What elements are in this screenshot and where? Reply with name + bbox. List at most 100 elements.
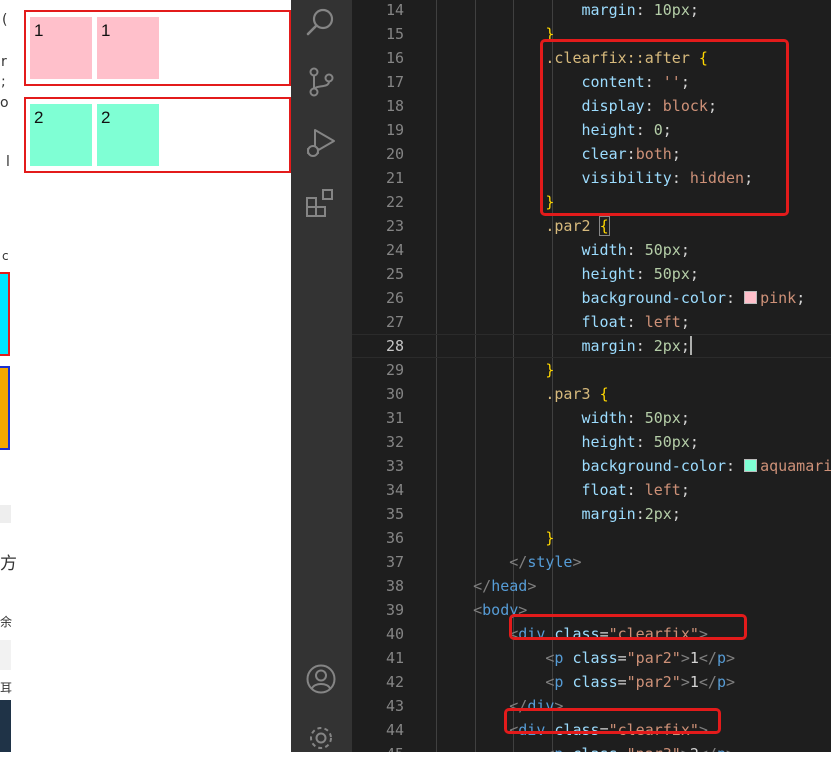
line-number: 28 — [385, 337, 404, 355]
code-editor[interactable]: 14 margin: 10px; 15 } 16 .clearfix::after … — [352, 0, 831, 752]
strip-text: o — [0, 95, 9, 111]
code-line[interactable]: 36 } — [352, 526, 831, 550]
activity-bar — [291, 0, 352, 752]
strip-text: l — [6, 154, 10, 170]
code-line[interactable]: 28 margin: 2px; — [352, 334, 831, 358]
line-code: margin:2px; — [581, 505, 681, 523]
strip-gray-bar — [0, 505, 11, 523]
strip-cyan-block — [0, 272, 10, 356]
highlight-div-clearfix-2 — [504, 708, 721, 734]
line-number: 40 — [385, 625, 404, 643]
line-number: 27 — [385, 313, 404, 331]
line-number: 45 — [352, 742, 404, 752]
code-line[interactable]: 27 float: left; — [352, 310, 831, 334]
line-code: background-color: aquamarine; — [581, 457, 831, 475]
line-code: .par2 { — [545, 216, 610, 236]
line-code: width: 50px; — [581, 241, 690, 259]
source-control-icon[interactable] — [305, 66, 337, 98]
code-line[interactable]: 33 background-color: aquamarine; — [352, 454, 831, 478]
line-number: 26 — [385, 289, 404, 307]
code-line[interactable]: 31 width: 50px; — [352, 406, 831, 430]
browser-preview: ( r ; o l c 方 余 耳 1 1 2 2 — [0, 0, 291, 752]
line-code: } — [545, 193, 555, 211]
strip-text: ; — [1, 74, 6, 90]
line-number: 33 — [385, 457, 404, 475]
code-line[interactable]: 32 height: 50px; — [352, 430, 831, 454]
highlight-div-clearfix-1 — [509, 614, 747, 640]
line-code: height: 50px; — [581, 433, 699, 451]
line-number: 17 — [385, 73, 404, 91]
settings-gear-icon[interactable] — [305, 722, 337, 754]
strip-dark-bar — [0, 700, 11, 752]
line-code: background-color: pink; — [581, 289, 806, 307]
strip-gray-bar — [0, 640, 11, 670]
line-code: </style> — [509, 553, 582, 571]
line-number: 32 — [385, 433, 404, 451]
line-number: 23 — [385, 217, 404, 235]
strip-text: 方 — [0, 554, 17, 574]
line-number: 30 — [385, 385, 404, 403]
line-code: margin: 2px; — [581, 336, 692, 355]
line-code: <p class="par2">1</p> — [545, 673, 736, 691]
line-number: 36 — [385, 529, 404, 547]
strip-orange-block — [0, 366, 10, 450]
line-code: width: 50px; — [581, 409, 690, 427]
line-code: } — [545, 529, 555, 547]
line-code: float: left; — [581, 313, 690, 331]
strip-text: 耳 — [0, 681, 13, 695]
line-number: 24 — [385, 241, 404, 259]
line-number: 34 — [385, 481, 404, 499]
code-line[interactable]: 26 background-color: pink; — [352, 286, 831, 310]
line-code: height: 50px; — [581, 265, 699, 283]
extensions-icon[interactable] — [305, 188, 337, 220]
line-code: <p class="par2">1</p> — [545, 649, 736, 667]
code-line[interactable]: 45 <p class="par3">2</p> — [352, 742, 831, 752]
code-line[interactable]: 34 float: left; — [352, 478, 831, 502]
strip-text: ( — [2, 12, 8, 28]
line-code: .par3 { — [545, 385, 609, 403]
code-line[interactable]: 42 <p class="par2">1</p> — [352, 670, 831, 694]
par3-box: 2 — [97, 104, 159, 166]
line-number: 20 — [385, 145, 404, 163]
par3-box: 2 — [30, 104, 92, 166]
line-code: } — [545, 25, 555, 43]
strip-text: c — [2, 249, 9, 263]
par2-box: 1 — [30, 17, 92, 79]
line-code: } — [545, 361, 555, 379]
line-code: float: left; — [581, 481, 690, 499]
line-number: 31 — [385, 409, 404, 427]
line-number: 39 — [385, 601, 404, 619]
code-line[interactable]: 25 height: 50px; — [352, 262, 831, 286]
line-number: 42 — [385, 673, 404, 691]
line-code: <p class="par3">2</p> — [437, 742, 735, 752]
line-number: 16 — [385, 49, 404, 67]
line-code: margin: 10px; — [581, 1, 699, 19]
code-line[interactable]: 41 <p class="par2">1</p> — [352, 646, 831, 670]
line-number: 21 — [385, 169, 404, 187]
strip-text: 余 — [0, 615, 13, 629]
line-number: 41 — [385, 649, 404, 667]
line-code: </head> — [473, 577, 537, 595]
code-line[interactable]: 30 .par3 { — [352, 382, 831, 406]
line-number: 14 — [385, 1, 404, 19]
line-number: 25 — [385, 265, 404, 283]
line-number: 44 — [385, 721, 404, 739]
code-line[interactable]: 23 .par2 { — [352, 214, 831, 238]
code-line[interactable]: 14 margin: 10px; — [352, 0, 831, 22]
code-line[interactable]: 37 </style> — [352, 550, 831, 574]
line-number: 22 — [385, 193, 404, 211]
code-line[interactable]: 35 margin:2px; — [352, 502, 831, 526]
code-line[interactable]: 29 } — [352, 358, 831, 382]
line-number: 19 — [385, 121, 404, 139]
line-number: 37 — [385, 553, 404, 571]
strip-text: r — [1, 54, 7, 70]
line-number: 35 — [385, 505, 404, 523]
clearfix-container-2: 2 2 — [24, 97, 291, 173]
line-number: 43 — [385, 697, 404, 715]
code-line[interactable]: 24 width: 50px; — [352, 238, 831, 262]
search-icon[interactable] — [305, 6, 337, 38]
background-window-strip: ( r ; o l c 方 余 耳 — [0, 0, 17, 752]
run-debug-icon[interactable] — [305, 127, 337, 159]
account-icon[interactable] — [305, 663, 337, 695]
code-line[interactable]: 38 </head> — [352, 574, 831, 598]
